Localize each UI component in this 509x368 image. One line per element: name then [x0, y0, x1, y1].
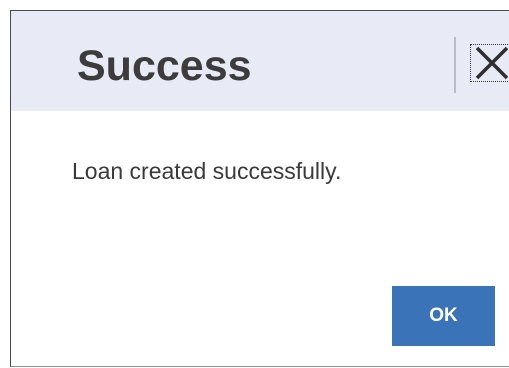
- close-button[interactable]: [470, 44, 509, 82]
- header-divider: [454, 37, 456, 93]
- dialog-title: Success: [77, 42, 252, 90]
- success-dialog: Success Loan created successfully. OK: [10, 10, 509, 367]
- ok-button[interactable]: OK: [392, 286, 495, 346]
- dialog-header: Success: [11, 11, 509, 111]
- close-icon: [471, 45, 509, 81]
- dialog-message: Loan created successfully.: [72, 158, 342, 184]
